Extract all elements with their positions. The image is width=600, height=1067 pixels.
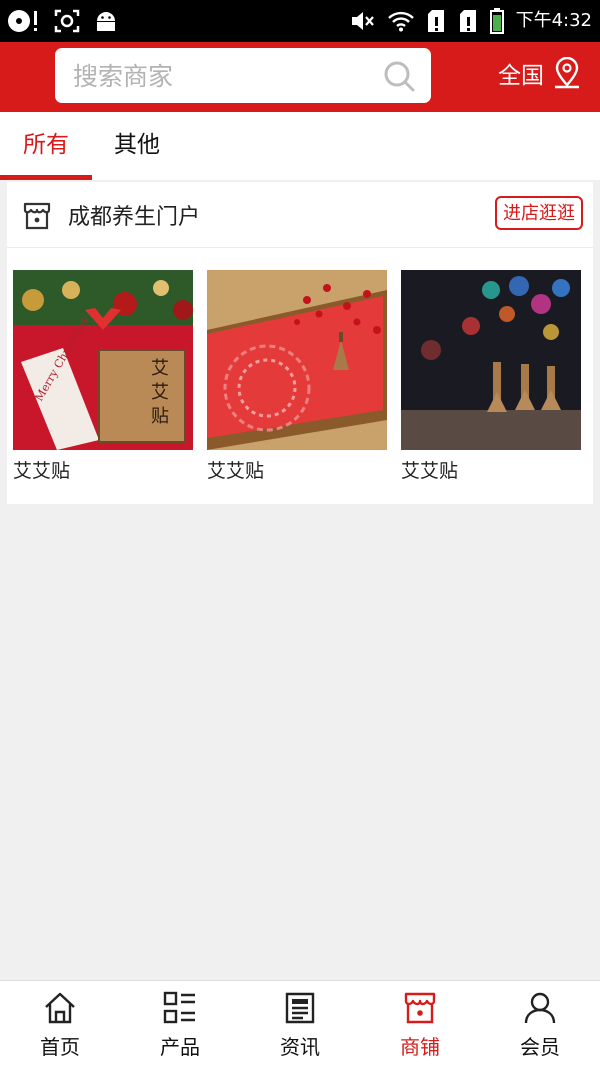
nav-label: 首页 <box>40 1035 80 1059</box>
product-photo-bokeh <box>401 270 581 450</box>
sim2-icon <box>459 10 476 32</box>
android-icon <box>97 12 115 31</box>
product-photo-paper-cut <box>207 270 387 450</box>
nav-shops[interactable]: 商铺 <box>360 981 480 1067</box>
region-label: 全国 <box>498 63 544 89</box>
user-icon <box>524 992 556 1024</box>
clock: 下午4:32 <box>515 10 592 31</box>
region-selector[interactable]: 全国 <box>498 56 582 90</box>
sim1-icon <box>427 10 444 32</box>
nav-products[interactable]: 产品 <box>120 981 240 1067</box>
store-header: 成都养生门户 进店逛逛 <box>7 182 593 248</box>
product-name[interactable]: 艾艾贴 <box>401 456 581 483</box>
battery-icon <box>489 8 504 34</box>
store-name[interactable]: 成都养生门户 <box>68 199 200 231</box>
tab-indicator <box>0 175 92 180</box>
product-item[interactable]: 艾艾贴 <box>207 270 387 483</box>
tab-other[interactable]: 其他 <box>92 112 182 180</box>
news-icon <box>285 992 315 1024</box>
store-card: 成都养生门户 进店逛逛 Merry Christmas 艾 艾 贴 艾艾贴 艾艾… <box>7 182 593 504</box>
product-item[interactable]: Merry Christmas 艾 艾 贴 艾艾贴 <box>13 270 193 483</box>
product-image[interactable]: Merry Christmas 艾 艾 贴 <box>13 270 193 450</box>
mute-icon <box>351 12 374 30</box>
nav-label: 产品 <box>160 1035 200 1059</box>
product-name[interactable]: 艾艾贴 <box>207 456 387 483</box>
nav-label: 商铺 <box>400 1035 440 1059</box>
shop-icon <box>404 992 436 1024</box>
nav-news[interactable]: 资讯 <box>240 981 360 1067</box>
nav-label: 资讯 <box>280 1035 320 1059</box>
search-box[interactable] <box>55 48 431 105</box>
category-tabs: 所有 其他 <box>0 112 600 180</box>
product-list: Merry Christmas 艾 艾 贴 艾艾贴 艾艾贴 艾艾贴 <box>13 270 587 490</box>
svg-text:艾: 艾 <box>151 382 169 403</box>
svg-text:贴: 贴 <box>151 406 169 427</box>
search-icon[interactable] <box>383 60 415 92</box>
svg-text:艾: 艾 <box>151 358 169 379</box>
disc-icon <box>8 10 37 32</box>
status-left-icons <box>6 8 118 34</box>
tab-label: 所有 <box>23 132 69 158</box>
store-icon <box>23 202 51 230</box>
search-input[interactable] <box>55 48 395 105</box>
product-image[interactable] <box>401 270 581 450</box>
top-header: 全国 <box>0 42 600 112</box>
product-photo-christmas: Merry Christmas 艾 艾 贴 <box>13 270 193 450</box>
nav-member[interactable]: 会员 <box>480 981 600 1067</box>
tab-all[interactable]: 所有 <box>0 112 92 180</box>
location-pin-icon <box>555 57 579 89</box>
nav-label: 会员 <box>520 1035 560 1059</box>
visit-store-button[interactable]: 进店逛逛 <box>495 196 583 230</box>
nav-home[interactable]: 首页 <box>0 981 120 1067</box>
bottom-nav: 首页 产品 资讯 商铺 会员 <box>0 980 600 1067</box>
product-item[interactable]: 艾艾贴 <box>401 270 581 483</box>
screenshot-icon <box>54 9 80 33</box>
status-right-icons: 下午4:32 <box>350 8 592 34</box>
grid-list-icon <box>163 991 195 1024</box>
status-bar: 下午4:32 <box>0 0 600 42</box>
home-icon <box>45 992 75 1024</box>
product-image[interactable] <box>207 270 387 450</box>
wifi-icon <box>387 11 414 32</box>
product-name[interactable]: 艾艾贴 <box>13 456 193 483</box>
tab-label: 其他 <box>114 132 160 158</box>
